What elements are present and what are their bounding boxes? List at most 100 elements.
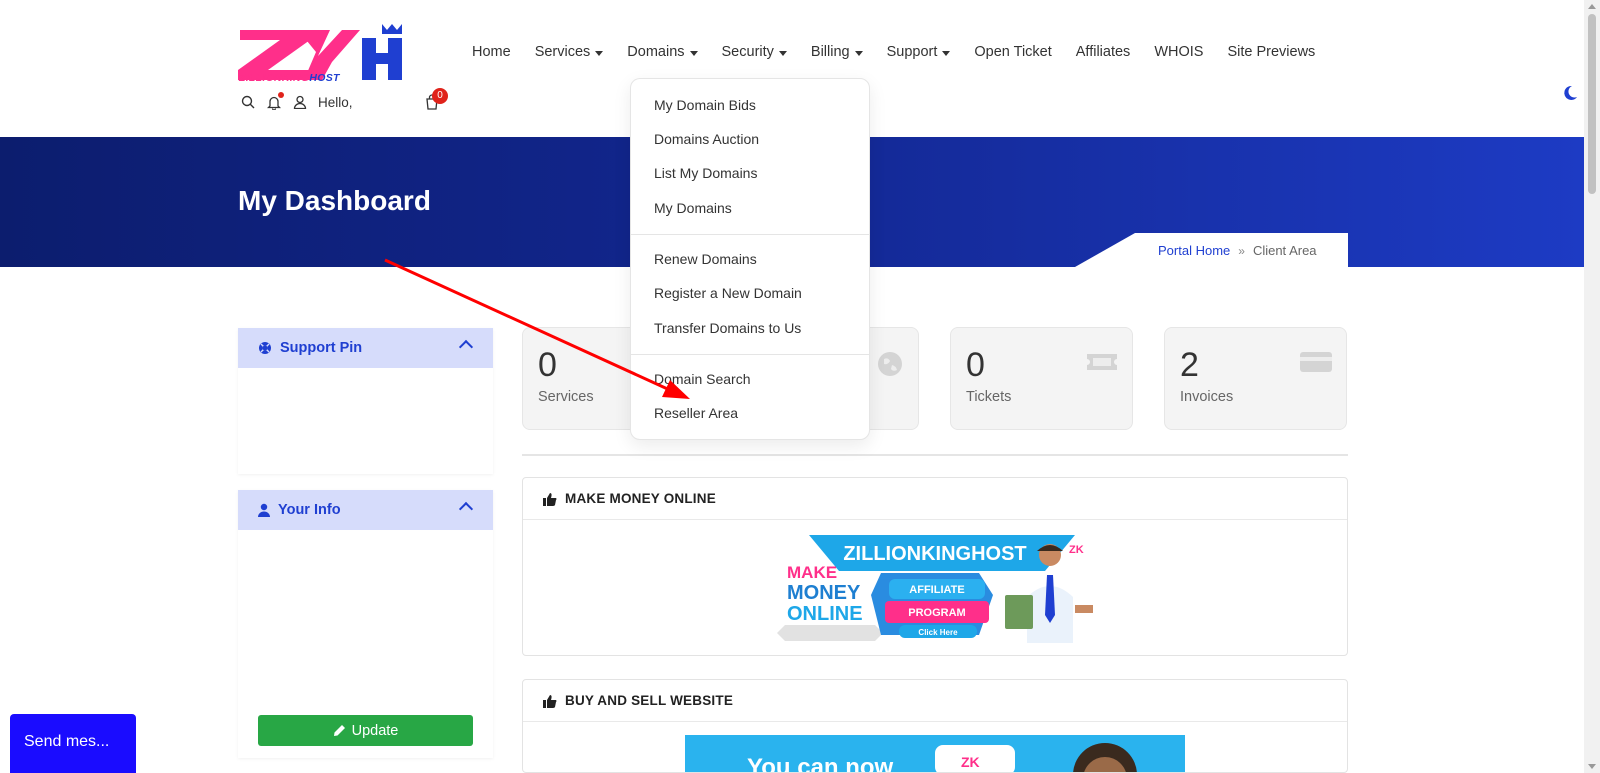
nav-item-open-ticket[interactable]: Open Ticket [962,44,1063,60]
user-icon[interactable] [290,92,310,112]
update-button[interactable]: Update [258,715,473,746]
buy-sell-title: BUY AND SELL WEBSITE [565,693,734,708]
cart-count-badge: 0 [432,88,448,104]
nav-item-label: Home [472,44,511,60]
nav-item-whois[interactable]: WHOIS [1142,44,1215,60]
main-nav: Home Services Domains Security Billing Suppor… [460,44,1327,60]
search-icon[interactable] [238,92,258,112]
promo-banner2-text: You can now [747,754,894,773]
stat-card-tickets[interactable]: 0 Tickets [950,327,1133,430]
caret-down-icon [689,50,698,56]
section-divider [522,454,1348,456]
domains-dropdown-menu: My Domain Bids Domains Auction List My D… [630,78,870,440]
stat-services-label: Services [538,389,594,405]
nav-item-label: Open Ticket [974,44,1052,60]
pencil-icon [333,725,345,736]
scroll-down-arrow-icon[interactable] [1588,764,1596,769]
promo-make-text: MAKE [787,563,837,582]
promo-money-text: MONEY [787,582,861,604]
thumbs-up-icon [543,492,557,506]
promo-online-text: ONLINE [787,603,863,625]
stat-invoices-label: Invoices [1180,389,1234,405]
make-money-title: MAKE MONEY ONLINE [565,491,716,506]
buy-sell-header: BUY AND SELL WEBSITE [523,680,1347,722]
menu-item-transfer-domains[interactable]: Transfer Domains to Us [654,320,801,336]
nav-item-security[interactable]: Security [710,44,799,60]
stat-card-invoices[interactable]: 2 Invoices [1164,327,1347,430]
buy-sell-promo-banner[interactable]: You can now ZK [685,735,1185,773]
stat-tickets-value: 0 [966,346,985,384]
caret-down-icon [595,50,604,56]
make-money-card: MAKE MONEY ONLINE ZILLIONKINGHOST ZK MAK… [522,477,1348,656]
caret-down-icon [854,50,863,56]
page-scrollbar[interactable] [1584,0,1600,773]
stat-services-value: 0 [538,346,557,384]
send-message-chat-button[interactable]: Send mes... [10,714,136,773]
svg-text:ZK: ZK [961,754,980,770]
nav-item-home[interactable]: Home [460,44,523,60]
menu-item-my-domains[interactable]: My Domains [654,200,732,216]
menu-divider [631,354,869,355]
nav-item-label: Services [534,44,591,60]
logo-wordmark: ZILLIONKINGHOST [239,72,340,84]
nav-item-label: Domains [627,44,685,60]
support-pin-panel: Support Pin [238,328,493,474]
nav-item-services[interactable]: Services [523,44,616,60]
breadcrumb: Portal Home » Client Area [1158,243,1317,258]
life-ring-icon [259,342,271,354]
svg-text:ZK: ZK [1069,544,1084,556]
nav-item-label: WHOIS [1154,44,1204,60]
caret-down-icon [778,50,787,56]
utility-bar: Hello, [238,92,353,112]
support-pin-header[interactable]: Support Pin [238,328,493,368]
menu-item-my-domain-bids[interactable]: My Domain Bids [654,97,756,113]
menu-divider [631,234,869,235]
menu-item-reseller-area[interactable]: Reseller Area [654,405,738,421]
bell-icon[interactable] [264,92,284,112]
promo-click-text: Click Here [918,628,958,637]
nav-item-label: Site Previews [1227,44,1316,60]
promo-program-text: PROGRAM [908,607,965,619]
ticket-icon [1087,354,1117,370]
affiliate-promo-banner[interactable]: ZILLIONKINGHOST ZK MAKE MONEY ONLINE AFF… [775,535,1095,643]
your-info-panel: Your Info Update [238,490,493,758]
page-title: My Dashboard [238,185,431,216]
dark-mode-moon-icon[interactable] [1560,84,1578,102]
scrollbar-thumb[interactable] [1588,14,1596,194]
menu-item-domains-auction[interactable]: Domains Auction [654,131,759,147]
thumbs-up-icon [543,694,557,708]
breadcrumb-current: Client Area [1252,243,1317,258]
credit-card-icon [1300,352,1332,372]
nav-item-label: Support [886,44,938,60]
notification-dot [278,92,284,98]
your-info-title: Your Info [278,502,341,518]
collapse-chevron-icon[interactable] [458,339,474,355]
nav-item-domains[interactable]: Domains [615,44,709,60]
nav-item-label: Security [721,44,774,60]
promo-brand-text: ZILLIONKINGHOST [843,543,1026,565]
nav-item-support[interactable]: Support [875,44,963,60]
your-info-header[interactable]: Your Info [238,490,493,530]
nav-item-affiliates[interactable]: Affiliates [1064,44,1143,60]
user-solid-icon [258,503,270,517]
promo-affiliate-text: AFFILIATE [909,584,964,596]
caret-down-icon [942,50,951,56]
support-pin-title: Support Pin [280,340,363,356]
scroll-up-arrow-icon[interactable] [1588,4,1596,9]
update-button-label: Update [351,722,399,739]
stat-invoices-value: 2 [1180,346,1199,384]
stat-tickets-label: Tickets [966,389,1012,405]
breadcrumb-separator-icon: » [1238,243,1245,258]
menu-item-domain-search[interactable]: Domain Search [654,371,751,387]
nav-item-label: Billing [810,44,850,60]
menu-item-list-my-domains[interactable]: List My Domains [654,165,757,181]
buy-sell-card: BUY AND SELL WEBSITE You can now ZK [522,679,1348,773]
breadcrumb-portal-home[interactable]: Portal Home [1158,243,1230,258]
menu-item-renew-domains[interactable]: Renew Domains [654,251,757,267]
nav-item-site-previews[interactable]: Site Previews [1215,44,1327,60]
hello-greeting[interactable]: Hello, [318,95,353,110]
collapse-chevron-icon[interactable] [458,501,474,517]
menu-item-register-new-domain[interactable]: Register a New Domain [654,285,802,301]
nav-item-billing[interactable]: Billing [799,44,875,60]
nav-item-label: Affiliates [1075,44,1131,60]
